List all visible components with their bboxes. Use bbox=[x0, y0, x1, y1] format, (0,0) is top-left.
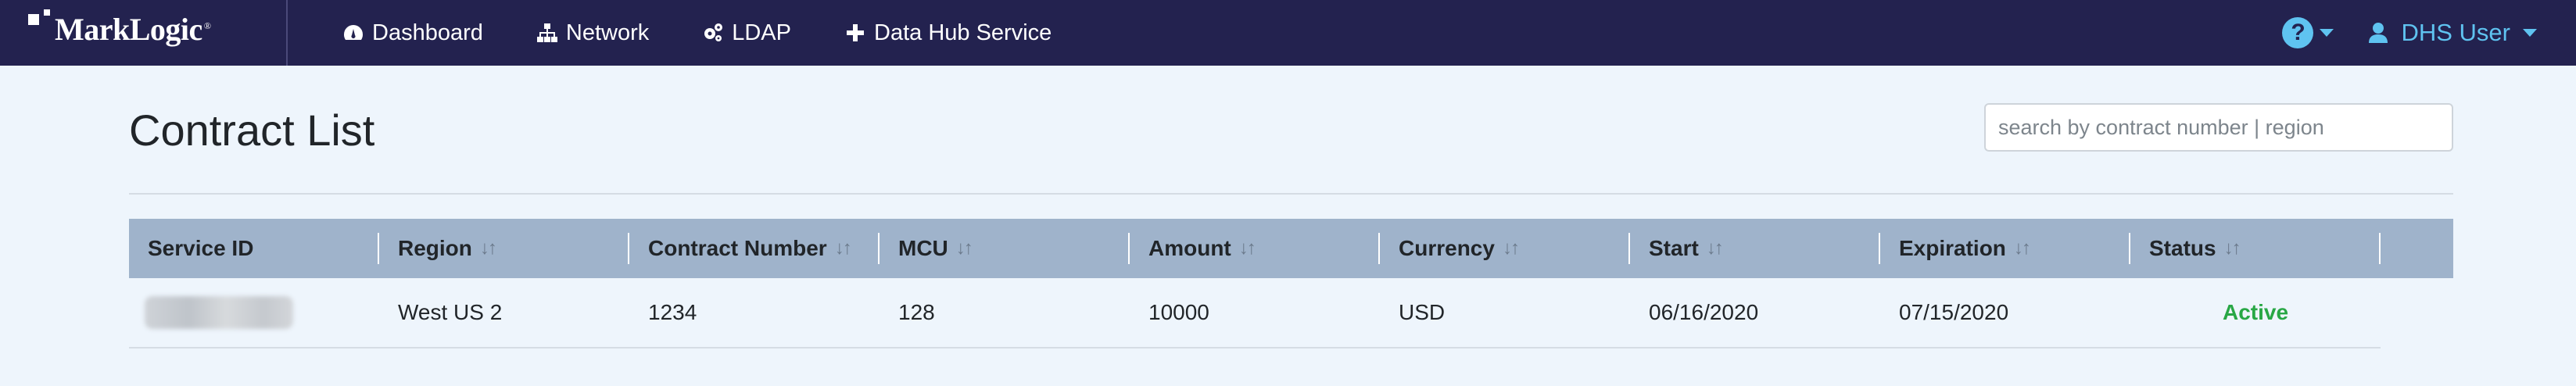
cell-start: 06/16/2020 bbox=[1649, 300, 1759, 324]
nav-item-label: Data Hub Service bbox=[874, 20, 1052, 45]
nav-item-label: LDAP bbox=[732, 20, 791, 45]
registered-mark: ® bbox=[203, 20, 211, 31]
cell-region: West US 2 bbox=[398, 300, 503, 324]
help-dropdown-button[interactable]: ? bbox=[2282, 17, 2334, 48]
cell-amount: 10000 bbox=[1148, 300, 1209, 324]
question-circle-icon: ? bbox=[2282, 17, 2314, 48]
plus-icon bbox=[847, 24, 864, 41]
column-header-contract-number[interactable]: Contract Number ↓↑ bbox=[629, 219, 880, 278]
sort-icon[interactable]: ↓↑ bbox=[480, 238, 497, 259]
column-header-status[interactable]: Status ↓↑ bbox=[2130, 219, 2381, 278]
table-header: Service ID Region ↓↑ Contract Number ↓↑ … bbox=[129, 219, 2453, 278]
column-label: Expiration bbox=[1899, 236, 2006, 260]
main-nav: Dashboard Network LDAP Data Hub Service bbox=[342, 0, 1105, 66]
sort-icon[interactable]: ↓↑ bbox=[956, 238, 973, 259]
column-label: MCU bbox=[898, 236, 948, 260]
nav-item-data-hub-service[interactable]: Data Hub Service bbox=[844, 20, 1052, 46]
tachometer-icon bbox=[343, 25, 364, 40]
brand-name: MarkLogic bbox=[55, 12, 202, 47]
column-label: Status bbox=[2149, 236, 2216, 260]
nav-item-dashboard[interactable]: Dashboard bbox=[342, 20, 483, 46]
search-input[interactable] bbox=[1984, 103, 2453, 152]
divider bbox=[129, 193, 2453, 195]
top-navbar: MarkLogic ® Dashboard Network LDAP Data … bbox=[0, 0, 2576, 66]
table-row[interactable]: West US 2 1234 128 10000 USD 06/16/2020 … bbox=[129, 278, 2381, 348]
column-header-amount[interactable]: Amount ↓↑ bbox=[1130, 219, 1380, 278]
chevron-down-icon bbox=[2320, 29, 2334, 37]
brand-logo[interactable]: MarkLogic ® bbox=[0, 0, 288, 66]
column-header-region[interactable]: Region ↓↑ bbox=[379, 219, 629, 278]
column-header-currency[interactable]: Currency ↓↑ bbox=[1380, 219, 1630, 278]
column-label: Contract Number bbox=[648, 236, 827, 260]
nav-item-ldap[interactable]: LDAP bbox=[702, 20, 791, 46]
column-label: Service ID bbox=[148, 236, 254, 260]
sort-icon[interactable]: ↓↑ bbox=[1239, 238, 1256, 259]
nav-item-label: Dashboard bbox=[372, 20, 483, 45]
cell-currency: USD bbox=[1399, 300, 1446, 324]
nav-right: ? DHS User bbox=[2282, 0, 2537, 66]
column-header-expiration[interactable]: Expiration ↓↑ bbox=[1880, 219, 2130, 278]
cell-service-id bbox=[129, 296, 379, 329]
contracts-table: Service ID Region ↓↑ Contract Number ↓↑ … bbox=[129, 219, 2453, 348]
status-badge: Active bbox=[2222, 300, 2289, 324]
column-label: Amount bbox=[1148, 236, 1231, 260]
page-title: Contract List bbox=[129, 105, 375, 155]
table-body: West US 2 1234 128 10000 USD 06/16/2020 … bbox=[129, 278, 2453, 348]
sort-icon[interactable]: ↓↑ bbox=[1707, 238, 1724, 259]
cell-contract-number: 1234 bbox=[648, 300, 697, 324]
nav-item-label: Network bbox=[565, 20, 650, 45]
sort-icon[interactable]: ↓↑ bbox=[835, 238, 852, 259]
sort-icon[interactable]: ↓↑ bbox=[2014, 238, 2031, 259]
cell-expiration: 07/15/2020 bbox=[1899, 300, 2009, 324]
sitemap-icon bbox=[536, 23, 557, 42]
chevron-down-icon bbox=[2523, 29, 2537, 37]
sort-icon[interactable]: ↓↑ bbox=[1503, 238, 1520, 259]
cogs-icon bbox=[704, 23, 723, 41]
column-label: Start bbox=[1649, 236, 1699, 260]
user-dropdown-button[interactable]: DHS User bbox=[2368, 19, 2537, 47]
column-divider[interactable] bbox=[2379, 233, 2381, 264]
sort-icon[interactable]: ↓↑ bbox=[2224, 238, 2241, 259]
redacted-service-id bbox=[145, 296, 293, 329]
column-header-start[interactable]: Start ↓↑ bbox=[1630, 219, 1880, 278]
user-name: DHS User bbox=[2401, 19, 2510, 46]
column-label: Currency bbox=[1399, 236, 1495, 260]
cell-mcu: 128 bbox=[898, 300, 935, 324]
user-icon bbox=[2369, 23, 2388, 43]
column-label: Region bbox=[398, 236, 472, 260]
column-header-mcu[interactable]: MCU ↓↑ bbox=[880, 219, 1130, 278]
nav-item-network[interactable]: Network bbox=[536, 20, 649, 46]
column-header-service-id[interactable]: Service ID bbox=[129, 219, 379, 278]
